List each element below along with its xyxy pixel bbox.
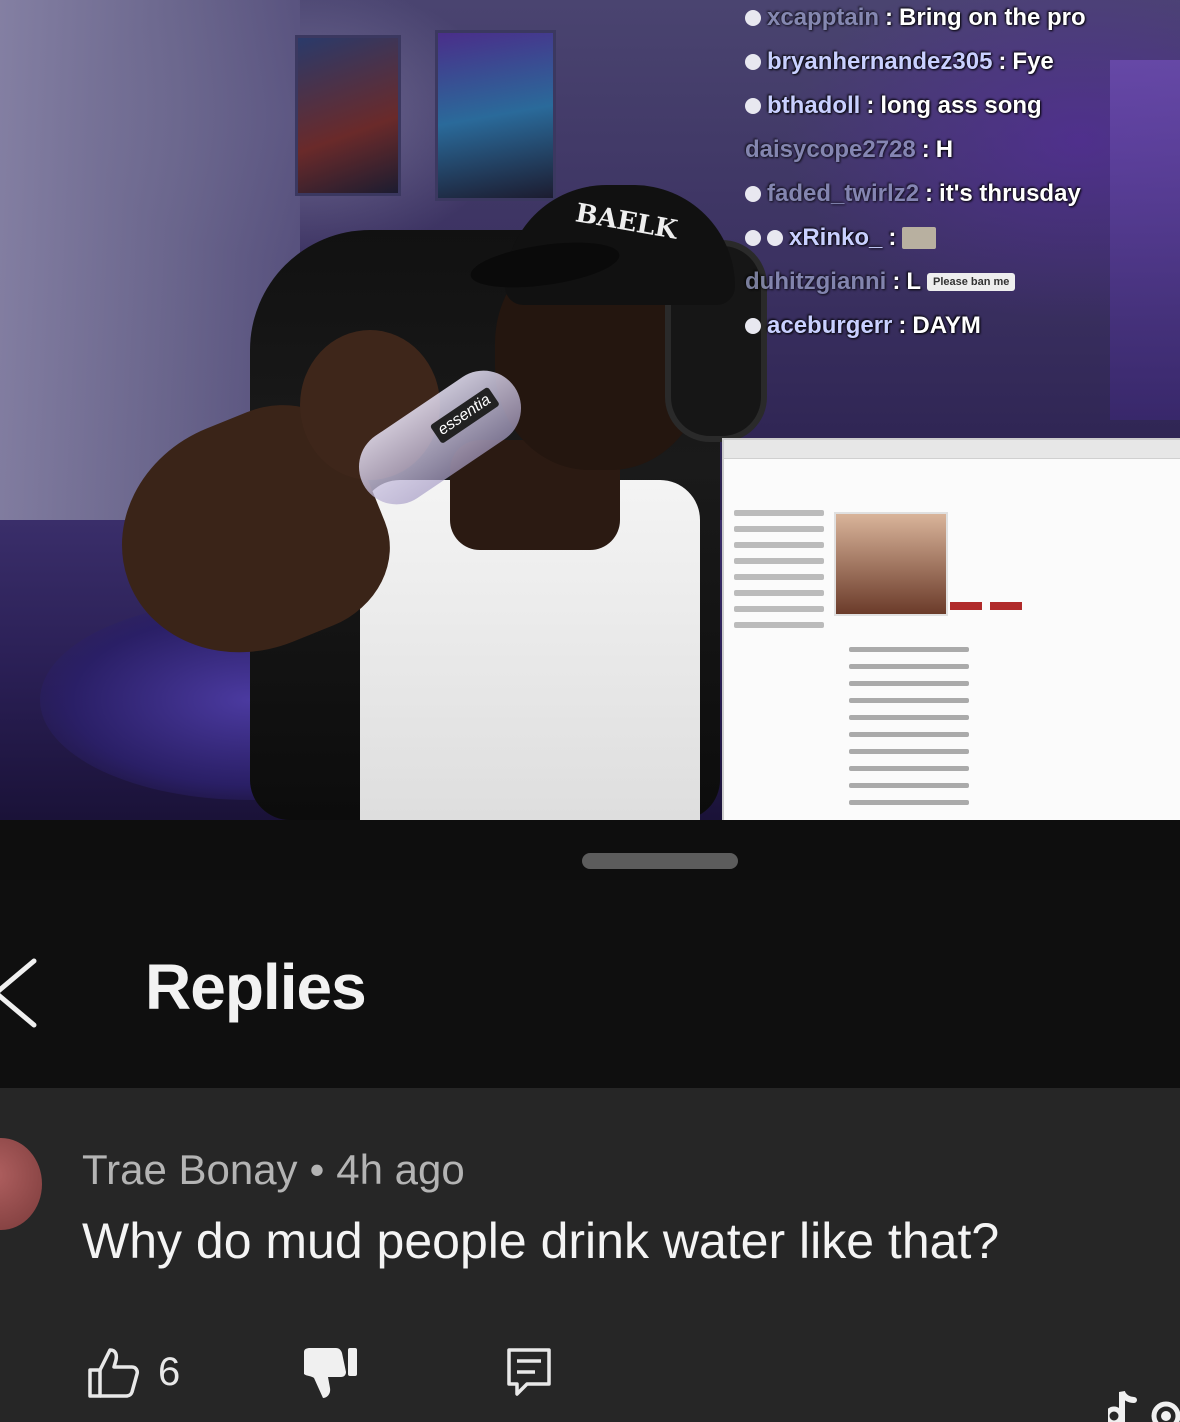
webpage-sidebar	[734, 500, 824, 638]
thumbs-down-icon[interactable]	[300, 1344, 360, 1402]
chat-text: DAYM	[912, 312, 981, 339]
chat-badge-icon	[745, 54, 761, 70]
chat-username: duhitzgianni	[745, 268, 887, 295]
chat-username: xcapptain	[767, 4, 880, 31]
chat-message: xRinko_:	[745, 216, 1180, 260]
page-title: Replies	[145, 951, 367, 1023]
chat-text: L	[906, 268, 921, 295]
webpage-list	[849, 635, 969, 817]
chat-username: xRinko_	[789, 224, 883, 251]
chat-badge-icon	[767, 230, 783, 246]
comment-icon[interactable]	[505, 1346, 553, 1398]
chat-message: bryanhernandez305: Fye	[745, 40, 1180, 84]
chat-message: faded_twirlz2: it's thrusday	[745, 172, 1180, 216]
bottle-label: essentia	[429, 386, 500, 445]
wall-poster	[435, 30, 556, 201]
wall-poster	[295, 35, 401, 196]
chat-message: aceburgerr: DAYM	[745, 304, 1180, 348]
screen-share-webpage	[722, 438, 1180, 820]
comment-author[interactable]: Trae Bonay	[82, 1146, 298, 1193]
chat-message: daisycope2728: H	[745, 128, 1180, 172]
chat-text: Bring on the pro	[899, 4, 1086, 31]
browser-bar	[724, 440, 1180, 459]
meta-separator: •	[309, 1146, 325, 1193]
webpage-button	[950, 602, 982, 610]
chat-badge-icon	[745, 10, 761, 26]
chat-username: aceburgerr	[767, 312, 893, 339]
comment-text: Why do mud people drink water like that?	[82, 1213, 1000, 1269]
chat-text: long ass song	[880, 92, 1042, 119]
stream-chat: xcapptain: Bring on the pro bryanhernand…	[745, 0, 1180, 348]
chat-username: faded_twirlz2	[767, 180, 920, 207]
chat-badge-icon	[745, 318, 761, 334]
like-count: 6	[158, 1350, 181, 1394]
chat-badge-icon	[745, 186, 761, 202]
chat-username: bthadoll	[767, 92, 861, 119]
comment-time: 4h ago	[336, 1146, 465, 1193]
chat-emote-icon	[902, 227, 937, 249]
chat-message: duhitzgianni: L Please ban me	[745, 260, 1180, 304]
thumbs-up-icon[interactable]	[86, 1346, 140, 1400]
chat-text: Fye	[1012, 48, 1054, 75]
profile-photo	[834, 512, 948, 616]
stream-video[interactable]: BAELK essentia xcapptain: Bring on the p…	[0, 0, 1180, 820]
chat-message: xcapptain: Bring on the pro	[745, 0, 1180, 40]
sheet-drag-handle[interactable]	[582, 853, 738, 869]
webpage-button	[990, 602, 1022, 610]
chat-badge-icon	[745, 230, 761, 246]
chat-text: H	[935, 136, 954, 163]
chat-username: bryanhernandez305	[767, 48, 993, 75]
comment-meta: Trae Bonay • 4h ago	[82, 1146, 465, 1194]
chat-text: it's thrusday	[939, 180, 1081, 207]
cap-text: BAELK	[573, 198, 680, 246]
chat-message: bthadoll: long ass song	[745, 84, 1180, 128]
tiktok-logo-icon	[1108, 1390, 1180, 1422]
chat-username: daisycope2728	[745, 136, 916, 163]
chat-badge-icon	[745, 98, 761, 114]
chevron-left-icon[interactable]	[0, 955, 42, 1031]
chat-tag: Please ban me	[926, 273, 1016, 291]
